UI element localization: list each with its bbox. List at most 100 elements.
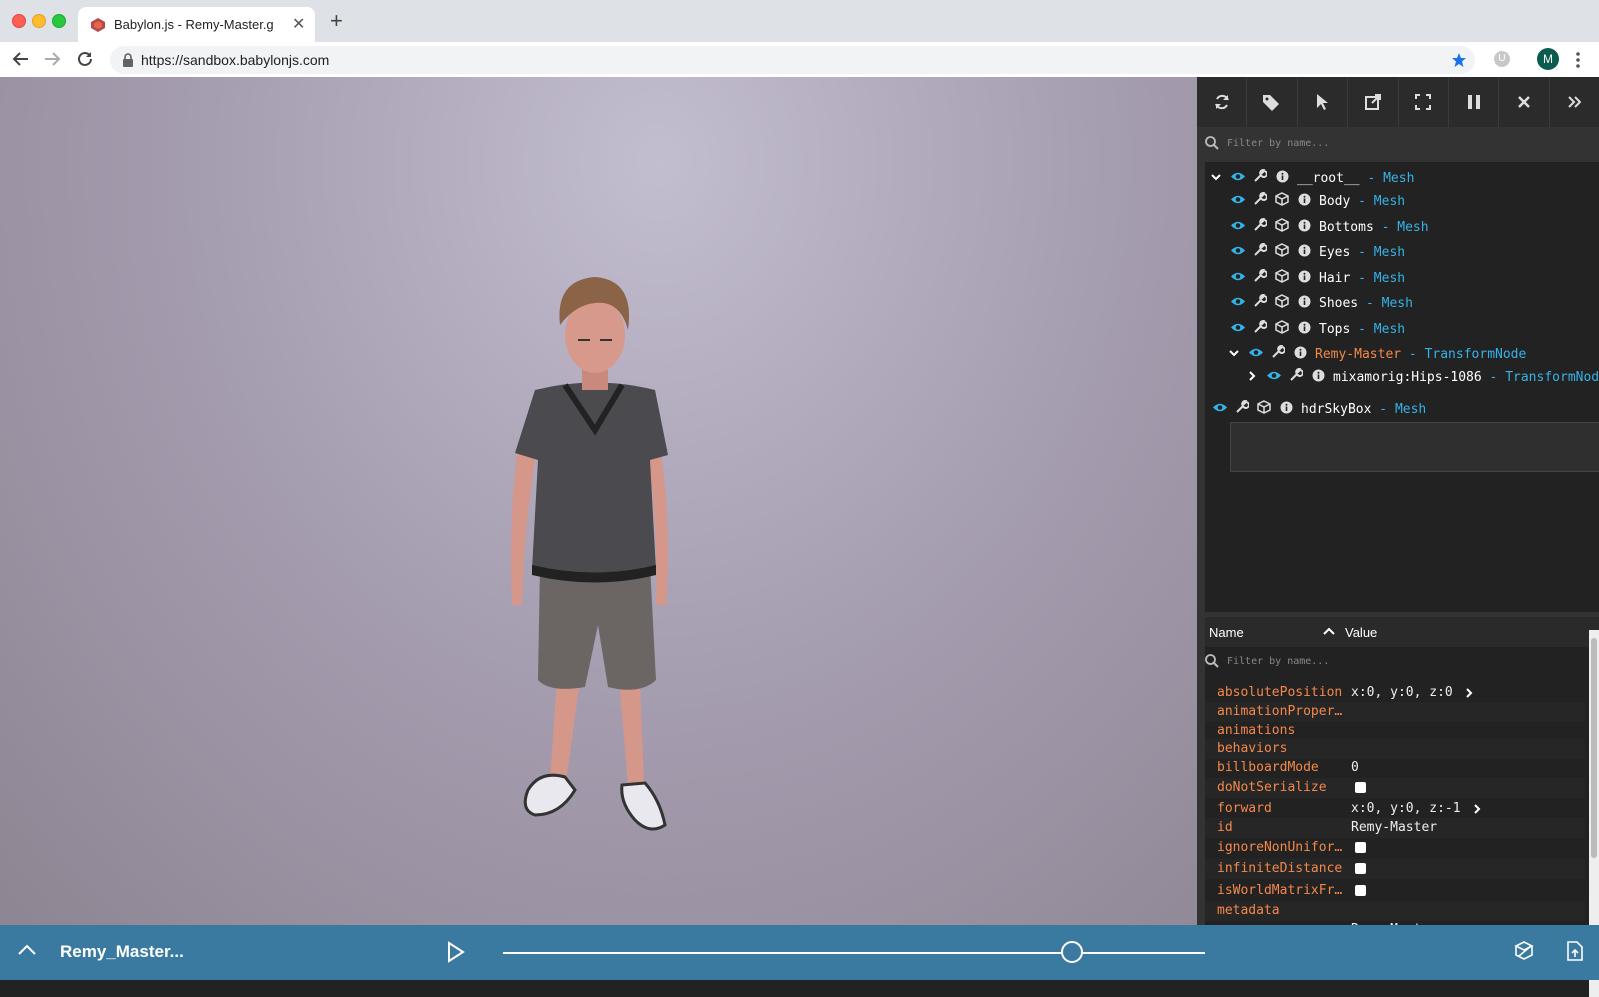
property-row-infinitedistance[interactable]: infiniteDistance: [1205, 859, 1585, 879]
info-icon[interactable]: [1271, 170, 1293, 187]
bounding-box-icon[interactable]: [1253, 400, 1275, 418]
avatar[interactable]: M: [1537, 48, 1559, 70]
refresh-button[interactable]: [1197, 77, 1248, 127]
close-inspector-button[interactable]: [1499, 77, 1550, 127]
eye-icon[interactable]: [1227, 171, 1249, 186]
property-row-donotserialize[interactable]: doNotSerialize: [1205, 778, 1585, 798]
tree-row-hdrskybox[interactable]: hdrSkyBox - Mesh: [1209, 398, 1426, 420]
bounding-box-icon[interactable]: [1271, 320, 1293, 338]
eye-icon[interactable]: [1227, 296, 1249, 311]
property-row-behaviors[interactable]: behaviors: [1205, 739, 1585, 759]
labels-button[interactable]: [1247, 77, 1298, 127]
new-tab-button[interactable]: +: [330, 8, 343, 34]
eye-icon[interactable]: [1227, 220, 1249, 235]
tree-row--root-[interactable]: __root__ - Mesh: [1205, 167, 1414, 189]
property-row-forward[interactable]: forward x:0, y:0, z:-1: [1205, 799, 1585, 819]
eye-icon[interactable]: [1227, 322, 1249, 337]
tree-row-eyes[interactable]: Eyes - Mesh: [1227, 241, 1405, 263]
properties-filter-input[interactable]: [1225, 650, 1589, 672]
property-row-animationproperti-[interactable]: animationProperti…: [1205, 702, 1585, 722]
chevron-right-icon[interactable]: [1465, 688, 1473, 698]
tree-row-remy-master[interactable]: Remy-Master - TransformNode: [1223, 343, 1526, 365]
play-icon[interactable]: [446, 941, 466, 963]
pause-button[interactable]: [1449, 77, 1500, 127]
popout-button[interactable]: [1348, 77, 1399, 127]
info-icon[interactable]: [1293, 244, 1315, 261]
pick-button[interactable]: [1298, 77, 1349, 127]
property-checkbox[interactable]: [1355, 842, 1366, 853]
browser-tab[interactable]: Babylon.js - Remy-Master.gltf ✕: [78, 7, 315, 42]
bounding-box-icon[interactable]: [1271, 269, 1293, 287]
extension-icon[interactable]: U: [1494, 51, 1510, 67]
collapse-button[interactable]: [1550, 77, 1599, 127]
upload-file-icon[interactable]: [1565, 940, 1585, 962]
sort-chevron-up-icon[interactable]: [1323, 627, 1335, 635]
property-row-animations[interactable]: animations: [1205, 721, 1585, 741]
tree-row-mixamorig-hips-1086[interactable]: mixamorig:Hips-1086 - TransformNode: [1241, 366, 1599, 388]
tree-row-tops[interactable]: Tops - Mesh: [1227, 318, 1405, 340]
wrench-icon[interactable]: [1249, 293, 1271, 312]
wrench-icon[interactable]: [1285, 367, 1307, 386]
bounding-box-icon[interactable]: [1271, 218, 1293, 236]
back-arrow-icon[interactable]: [12, 50, 30, 68]
eye-icon[interactable]: [1227, 245, 1249, 260]
fullscreen-button[interactable]: [1399, 77, 1449, 127]
eye-icon[interactable]: [1227, 194, 1249, 209]
info-icon[interactable]: [1289, 346, 1311, 363]
eye-icon[interactable]: [1245, 347, 1267, 362]
wrench-icon[interactable]: [1231, 399, 1253, 418]
info-icon[interactable]: [1293, 295, 1315, 312]
eye-icon[interactable]: [1209, 402, 1231, 417]
property-row-ignorenonuniforms-[interactable]: ignoreNonUniformS…: [1205, 838, 1585, 858]
address-bar[interactable]: https://sandbox.babylonjs.com: [110, 46, 1475, 74]
inspector-toggle-icon[interactable]: [1513, 940, 1535, 962]
property-row-metadata[interactable]: metadata: [1205, 901, 1585, 921]
property-checkbox[interactable]: [1355, 863, 1366, 874]
wrench-icon[interactable]: [1267, 344, 1289, 363]
tree-row-body[interactable]: Body - Mesh: [1227, 190, 1405, 212]
reload-icon[interactable]: [76, 50, 94, 68]
info-icon[interactable]: [1293, 193, 1315, 210]
render-canvas[interactable]: [0, 77, 1197, 925]
forward-arrow-icon[interactable]: [43, 50, 61, 68]
wrench-icon[interactable]: [1249, 168, 1271, 187]
property-checkbox[interactable]: [1355, 885, 1366, 896]
eye-icon[interactable]: [1227, 271, 1249, 286]
zoom-window-button[interactable]: [52, 14, 66, 28]
scene-filter-input[interactable]: [1225, 132, 1589, 154]
close-window-button[interactable]: [12, 14, 26, 28]
tree-row-shoes[interactable]: Shoes - Mesh: [1227, 292, 1413, 314]
timeline-handle[interactable]: [1060, 941, 1083, 963]
info-icon[interactable]: [1307, 369, 1329, 386]
bounding-box-icon[interactable]: [1271, 192, 1293, 210]
chevron-down-icon[interactable]: [1205, 171, 1227, 186]
property-row-absoluteposition[interactable]: absolutePosition x:0, y:0, z:0: [1205, 683, 1585, 703]
chevron-up-icon[interactable]: [16, 939, 38, 961]
chevron-right-icon[interactable]: [1241, 370, 1263, 385]
close-tab-icon[interactable]: ✕: [292, 14, 305, 34]
tree-row-bottoms[interactable]: Bottoms - Mesh: [1227, 216, 1429, 238]
wrench-icon[interactable]: [1249, 319, 1271, 338]
animation-timeline[interactable]: [503, 952, 1205, 954]
property-row-id[interactable]: id Remy-Master: [1205, 818, 1585, 838]
property-row-isworldmatrixfroz-[interactable]: isWorldMatrixFroz…: [1205, 881, 1585, 901]
more-vert-icon[interactable]: [1575, 51, 1581, 69]
star-icon[interactable]: [1451, 52, 1467, 68]
info-icon[interactable]: [1293, 270, 1315, 287]
scrollbar-thumb[interactable]: [1591, 638, 1597, 858]
bounding-box-icon[interactable]: [1271, 294, 1293, 312]
wrench-icon[interactable]: [1249, 242, 1271, 261]
info-icon[interactable]: [1293, 321, 1315, 338]
chevron-down-icon[interactable]: [1223, 347, 1245, 362]
info-icon[interactable]: [1275, 401, 1297, 418]
wrench-icon[interactable]: [1249, 268, 1271, 287]
property-checkbox[interactable]: [1355, 782, 1366, 793]
minimize-window-button[interactable]: [32, 14, 46, 28]
chevron-right-icon[interactable]: [1473, 804, 1481, 814]
eye-icon[interactable]: [1263, 370, 1285, 385]
info-icon[interactable]: [1293, 219, 1315, 236]
bounding-box-icon[interactable]: [1271, 243, 1293, 261]
tree-row-hair[interactable]: Hair - Mesh: [1227, 267, 1405, 289]
wrench-icon[interactable]: [1249, 191, 1271, 210]
property-row-billboardmode[interactable]: billboardMode 0: [1205, 758, 1585, 778]
